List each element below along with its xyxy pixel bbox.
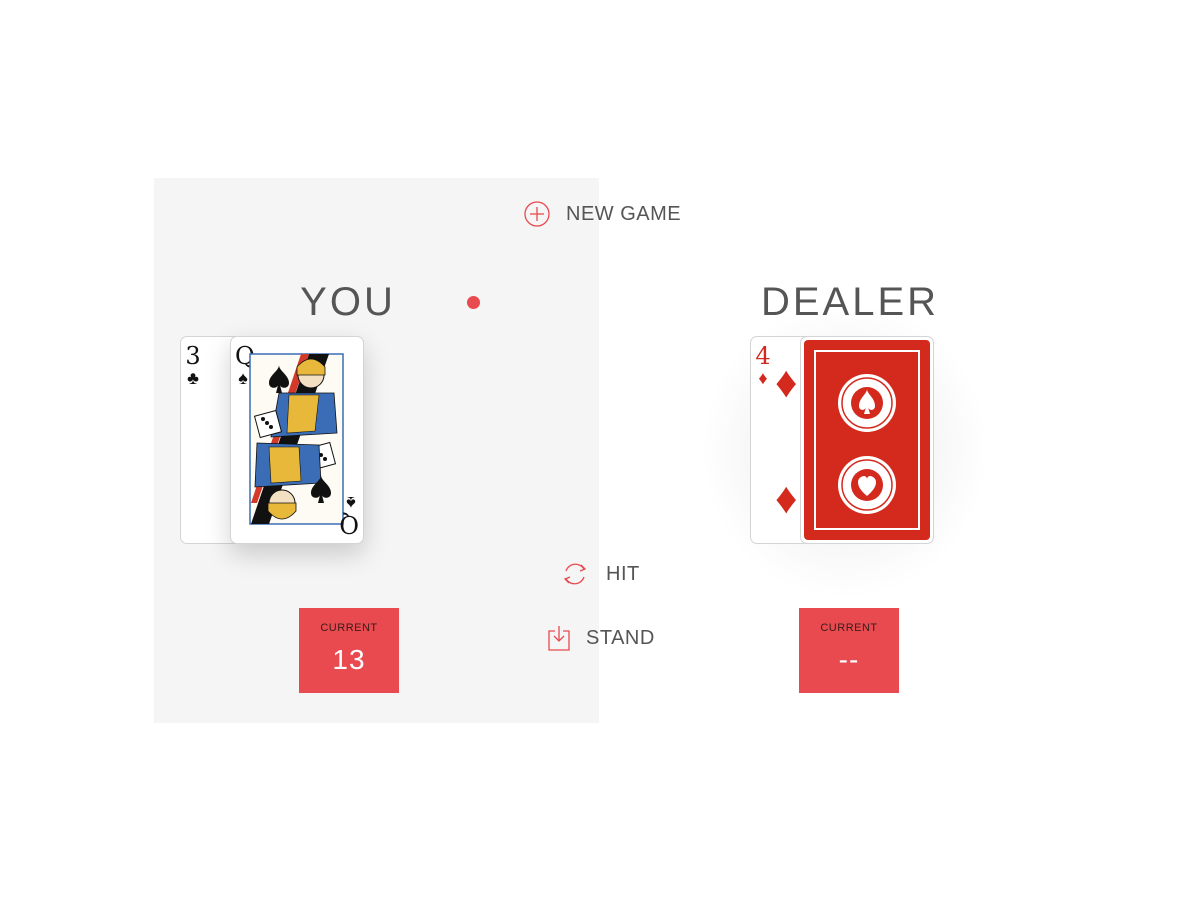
card-corner-bottom: Q ♠ [339, 493, 359, 538]
card-corner: 4 ♦ [755, 344, 771, 387]
player-score-caption: CURRENT [320, 622, 378, 634]
dealer-score-box: CURRENT -- [799, 608, 899, 693]
diamond-icon: ♦ [758, 368, 768, 388]
card-rank: 3 [185, 342, 201, 370]
refresh-icon [563, 563, 587, 585]
card-back [800, 336, 934, 544]
card-rank: 4 [755, 342, 771, 370]
new-game-label: NEW GAME [566, 202, 682, 225]
player-title: YOU [300, 280, 396, 324]
player-score-value: 13 [332, 644, 366, 675]
stand-button[interactable]: STAND [548, 625, 655, 651]
hit-button[interactable]: HIT [560, 559, 640, 589]
dealer-score-caption: CURRENT [820, 622, 878, 634]
diamond-icon: ♦ [775, 474, 798, 523]
card-corner: 3 ♣ [185, 344, 201, 387]
queen-face-art [249, 353, 344, 525]
player-score-box: CURRENT 13 [299, 608, 399, 693]
club-icon: ♣ [187, 368, 199, 388]
diamond-icon: ♦ [775, 358, 798, 407]
hit-label: HIT [606, 562, 640, 585]
card-rank-bottom: Q [339, 510, 359, 538]
plus-circle-icon [524, 201, 550, 227]
card-back-pattern [804, 340, 930, 540]
turn-indicator [467, 296, 480, 309]
download-tray-icon [548, 626, 570, 651]
new-game-button[interactable]: NEW GAME [524, 201, 681, 227]
stand-label: STAND [586, 626, 655, 649]
playing-card: Q ♠ Q ♠ [230, 336, 364, 544]
dealer-score-value: -- [838, 644, 860, 675]
